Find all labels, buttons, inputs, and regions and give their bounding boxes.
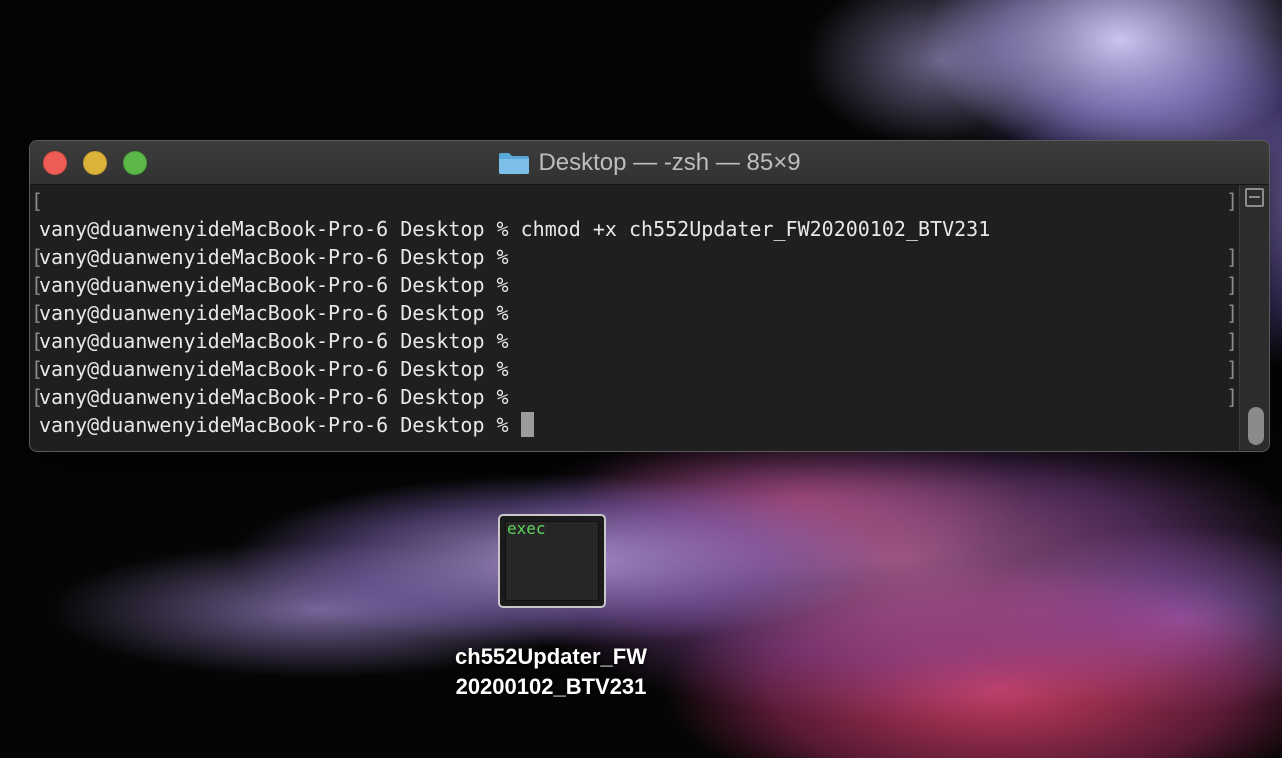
line-marker-right: ] xyxy=(1226,329,1239,353)
terminal-line: vany@duanwenyideMacBook-Pro-6 Desktop % xyxy=(39,273,509,297)
file-label-line1: ch552Updater_FW xyxy=(455,644,647,669)
folder-icon xyxy=(499,152,530,174)
text-cursor xyxy=(520,412,534,437)
terminal-content[interactable]: [ ] vany@duanwenyideMacBook-Pro-6 Deskto… xyxy=(30,185,1238,449)
line-marker-left: [ xyxy=(31,189,44,213)
terminal-prompt-line[interactable]: vany@duanwenyideMacBook-Pro-6 Desktop % xyxy=(39,411,534,439)
line-marker-right: ] xyxy=(1226,385,1239,409)
file-label-line2: 20200102_BTV231 xyxy=(455,674,647,699)
split-pane-icon[interactable] xyxy=(1245,188,1264,207)
terminal-line: vany@duanwenyideMacBook-Pro-6 Desktop % xyxy=(39,245,509,269)
scrollbar[interactable] xyxy=(1239,185,1269,450)
line-marker-right: ] xyxy=(1226,245,1239,269)
terminal-prompt: vany@duanwenyideMacBook-Pro-6 Desktop % xyxy=(39,413,521,437)
terminal-line: vany@duanwenyideMacBook-Pro-6 Desktop % xyxy=(39,329,509,353)
desktop-background: Desktop — -zsh — 85×9 [ ] vany@duanwenyi… xyxy=(0,0,1282,758)
title-bar[interactable]: Desktop — -zsh — 85×9 xyxy=(30,141,1269,185)
scrollbar-thumb[interactable] xyxy=(1248,407,1264,445)
line-marker-right: ] xyxy=(1226,301,1239,325)
window-title: Desktop — -zsh — 85×9 xyxy=(30,141,1269,184)
window-title-text: Desktop — -zsh — 85×9 xyxy=(538,148,801,176)
terminal-window[interactable]: Desktop — -zsh — 85×9 [ ] vany@duanwenyi… xyxy=(29,140,1270,452)
terminal-line: vany@duanwenyideMacBook-Pro-6 Desktop % xyxy=(39,301,509,325)
file-icon-text: exec xyxy=(507,519,546,538)
line-marker-right: ] xyxy=(1226,357,1239,381)
line-marker-right: ] xyxy=(1226,189,1239,213)
terminal-line: vany@duanwenyideMacBook-Pro-6 Desktop % xyxy=(39,357,509,381)
line-marker-right: ] xyxy=(1226,273,1239,297)
unix-executable-icon[interactable]: exec xyxy=(498,514,606,608)
terminal-line: vany@duanwenyideMacBook-Pro-6 Desktop % xyxy=(39,385,509,409)
file-label[interactable]: ch552Updater_FW 20200102_BTV231 xyxy=(400,642,702,702)
terminal-line: vany@duanwenyideMacBook-Pro-6 Desktop % … xyxy=(39,217,991,241)
